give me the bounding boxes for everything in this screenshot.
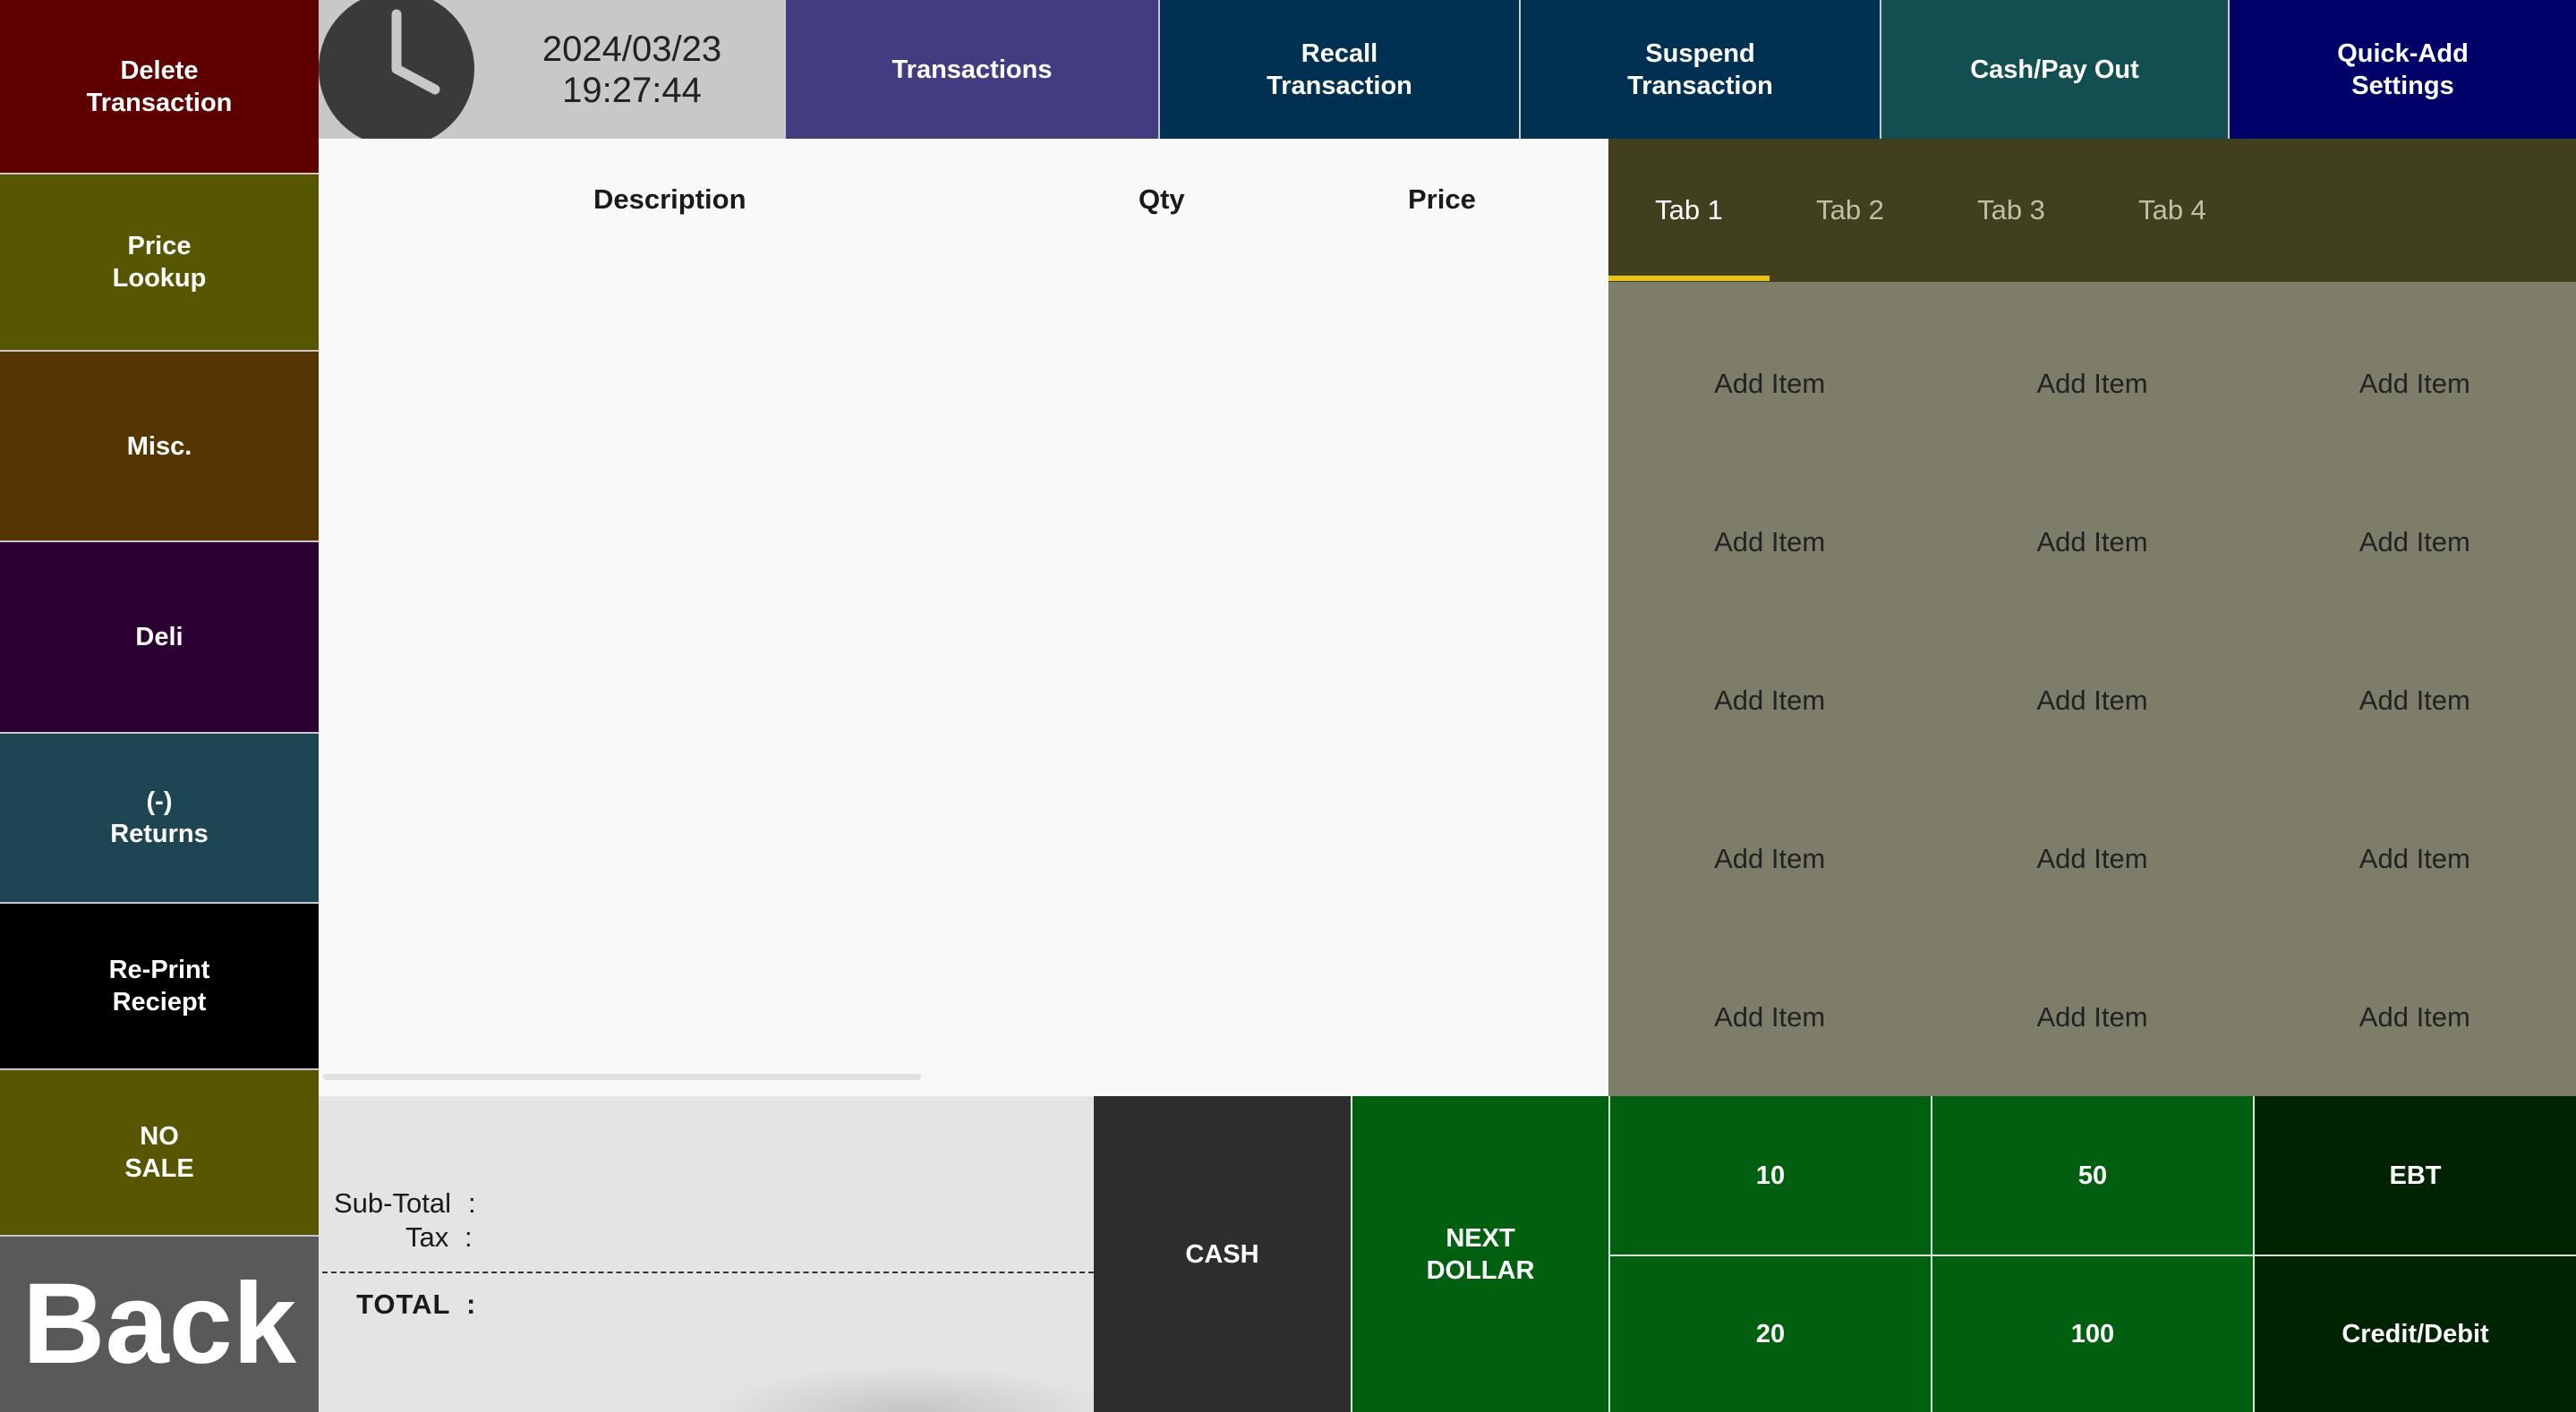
- add-item-button[interactable]: Add Item: [1931, 621, 2253, 779]
- quick-add-tab-bar: Tab 1 Tab 2 Tab 3 Tab 4: [1608, 139, 2576, 282]
- tab-3[interactable]: Tab 3: [1931, 139, 2092, 282]
- add-item-button[interactable]: Add Item: [1608, 304, 1931, 463]
- add-item-button[interactable]: Add Item: [1608, 779, 1931, 938]
- add-item-button[interactable]: Add Item: [1931, 304, 2253, 463]
- transactions-button[interactable]: Transactions: [786, 0, 1158, 139]
- cash-50-button[interactable]: 50: [1931, 1096, 2253, 1255]
- total-label: TOTAL: [356, 1289, 451, 1320]
- total-separator: :: [466, 1289, 476, 1320]
- returns-button[interactable]: (-) Returns: [0, 734, 319, 904]
- column-header-description: Description: [593, 183, 746, 215]
- suspend-transaction-button[interactable]: Suspend Transaction: [1519, 0, 1880, 139]
- subtotal-label: Sub-Total: [334, 1187, 451, 1219]
- ebt-button[interactable]: EBT: [2253, 1096, 2576, 1255]
- add-item-button[interactable]: Add Item: [2254, 938, 2576, 1096]
- cash-pay-out-button[interactable]: Cash/Pay Out: [1880, 0, 2228, 139]
- no-sale-button[interactable]: NO SALE: [0, 1070, 319, 1237]
- column-header-qty: Qty: [1139, 183, 1185, 215]
- add-item-button[interactable]: Add Item: [1931, 938, 2253, 1096]
- total-divider: [322, 1272, 1094, 1273]
- date-time-display: 2024/03/23 19:27:44: [498, 0, 766, 139]
- add-item-button[interactable]: Add Item: [2254, 463, 2576, 621]
- horizontal-scrollbar[interactable]: [323, 1074, 921, 1080]
- add-item-button[interactable]: Add Item: [1608, 463, 1931, 621]
- quick-add-grid: Add Item Add Item Add Item Add Item Add …: [1608, 282, 2576, 1096]
- deli-button[interactable]: Deli: [0, 542, 319, 734]
- misc-button[interactable]: Misc.: [0, 352, 319, 542]
- transaction-item-list[interactable]: Description Qty Price: [319, 139, 1608, 1096]
- credit-debit-button[interactable]: Credit/Debit: [2253, 1255, 2576, 1412]
- cash-button[interactable]: CASH: [1094, 1096, 1351, 1412]
- add-item-button[interactable]: Add Item: [2254, 304, 2576, 463]
- add-item-button[interactable]: Add Item: [1608, 621, 1931, 779]
- cash-100-button[interactable]: 100: [1931, 1255, 2253, 1412]
- add-item-button[interactable]: Add Item: [1931, 779, 2253, 938]
- cash-20-button[interactable]: 20: [1608, 1255, 1931, 1412]
- add-item-button[interactable]: Add Item: [1931, 463, 2253, 621]
- delete-transaction-button[interactable]: Delete Transaction: [0, 0, 319, 174]
- shadow-decoration: [704, 1365, 1094, 1412]
- tax-separator: :: [465, 1221, 473, 1253]
- price-lookup-button[interactable]: Price Lookup: [0, 174, 319, 352]
- reprint-receipt-button[interactable]: Re-Print Reciept: [0, 904, 319, 1070]
- date-text: 2024/03/23: [542, 29, 722, 69]
- quick-add-settings-button[interactable]: Quick-Add Settings: [2228, 0, 2576, 139]
- back-button[interactable]: Back: [0, 1237, 319, 1412]
- active-tab-indicator: [1608, 276, 1770, 281]
- cash-10-button[interactable]: 10: [1608, 1096, 1931, 1255]
- add-item-button[interactable]: Add Item: [2254, 621, 2576, 779]
- totals-panel: Sub-Total : Tax : TOTAL :: [319, 1096, 1094, 1412]
- add-item-button[interactable]: Add Item: [1608, 938, 1931, 1096]
- time-text: 19:27:44: [562, 70, 702, 110]
- clock-panel: 2024/03/23 19:27:44: [319, 0, 786, 147]
- subtotal-separator: :: [468, 1187, 476, 1219]
- tab-4[interactable]: Tab 4: [2092, 139, 2253, 282]
- next-dollar-button[interactable]: NEXT DOLLAR: [1351, 1096, 1608, 1412]
- clock-icon: [319, 0, 475, 147]
- tax-label: Tax: [405, 1221, 449, 1253]
- add-item-button[interactable]: Add Item: [2254, 779, 2576, 938]
- tab-2[interactable]: Tab 2: [1770, 139, 1931, 282]
- column-header-price: Price: [1408, 183, 1476, 215]
- tab-1[interactable]: Tab 1: [1608, 139, 1770, 282]
- recall-transaction-button[interactable]: Recall Transaction: [1158, 0, 1519, 139]
